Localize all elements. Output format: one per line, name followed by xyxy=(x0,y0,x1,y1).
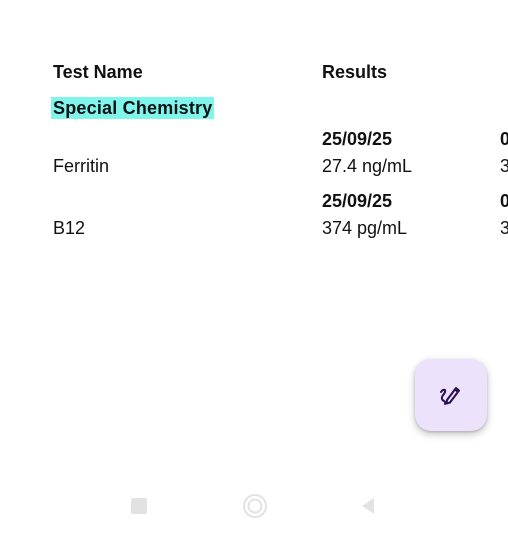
circle-icon[interactable] xyxy=(242,493,268,519)
square-icon[interactable] xyxy=(130,497,148,515)
column-header-test-name: Test Name xyxy=(53,62,143,82)
pen-scribble-icon xyxy=(440,387,460,405)
result-date-2: 0 xyxy=(500,191,508,211)
test-name: Ferritin xyxy=(53,156,110,176)
result-value: 374 pg/mL xyxy=(322,218,408,238)
result-value-2: 3 xyxy=(500,156,508,176)
result-date-2: 0 xyxy=(500,129,508,149)
test-name: B12 xyxy=(53,218,86,238)
section-header: Special Chemistry xyxy=(51,97,215,119)
section-label: Special Chemistry xyxy=(51,97,215,119)
result-date: 25/09/25 xyxy=(322,191,393,211)
results-table: Test Name Results Special Chemistry 25/0… xyxy=(0,0,508,300)
result-value-2: 3 xyxy=(500,218,508,238)
triangle-back-icon[interactable] xyxy=(360,496,376,516)
column-header-results: Results xyxy=(322,62,388,82)
system-nav-bar xyxy=(0,480,508,534)
annotate-fab-button[interactable] xyxy=(415,359,487,431)
result-value: 27.4 ng/mL xyxy=(322,156,413,176)
result-date: 25/09/25 xyxy=(322,129,393,149)
